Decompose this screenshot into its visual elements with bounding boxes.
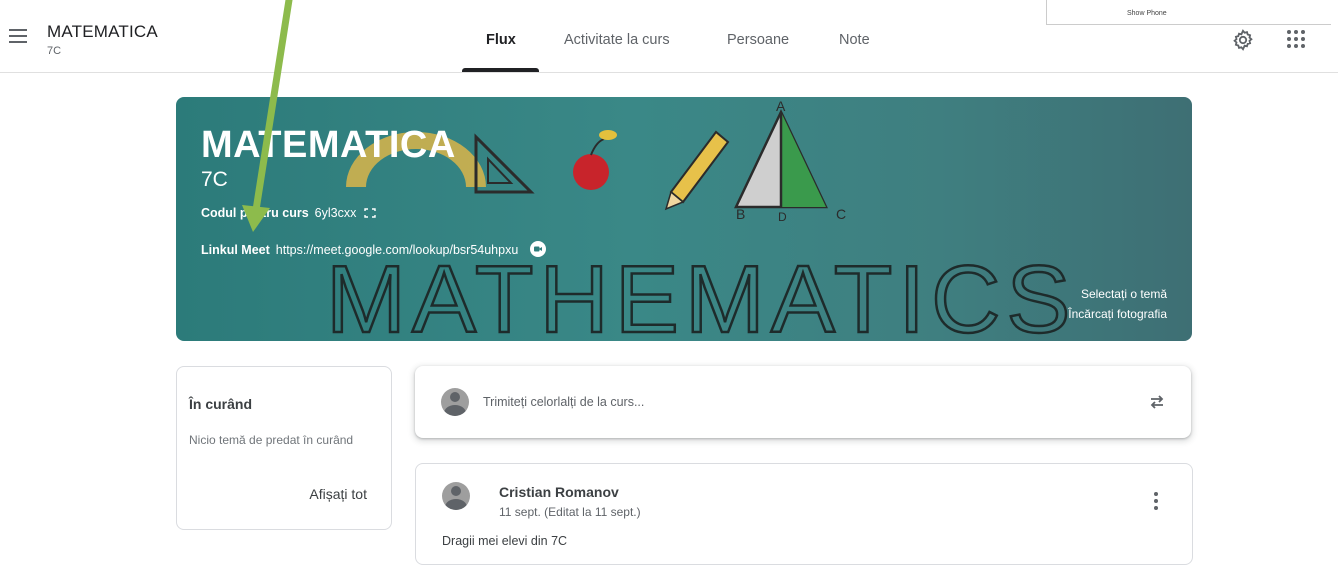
upcoming-card: În curând Nicio temă de predat în curând… bbox=[176, 366, 392, 530]
triangle-label-b: B bbox=[736, 206, 745, 222]
upload-photo-link[interactable]: Încărcați fotografia bbox=[1068, 307, 1167, 321]
view-all-link[interactable]: Afișați tot bbox=[309, 486, 367, 502]
class-code-row: Codul pentru curs 6yl3cxx bbox=[201, 206, 376, 220]
post-body: Dragii mei elevi din 7C bbox=[442, 534, 568, 548]
show-phone-label[interactable]: Show Phone bbox=[1127, 10, 1167, 17]
banner-course-section: 7C bbox=[201, 168, 228, 191]
select-theme-link[interactable]: Selectați o temă bbox=[1081, 287, 1167, 301]
repost-icon[interactable] bbox=[1147, 392, 1167, 412]
announcement-compose-box[interactable]: Trimiteți celorlalți de la curs... bbox=[415, 366, 1191, 438]
stream-post: Cristian Romanov 11 sept. (Editat la 11 … bbox=[415, 463, 1193, 565]
tab-persoane[interactable]: Persoane bbox=[727, 32, 789, 48]
tab-activitate[interactable]: Activitate la curs bbox=[564, 32, 670, 48]
upcoming-title: În curând bbox=[189, 396, 253, 412]
avatar bbox=[441, 388, 469, 416]
post-date: 11 sept. (Editat la 11 sept.) bbox=[499, 505, 641, 519]
course-title[interactable]: MATEMATICA bbox=[47, 22, 158, 42]
upcoming-empty-text: Nicio temă de predat în curând bbox=[189, 433, 354, 447]
apps-grid-icon[interactable] bbox=[1287, 30, 1305, 48]
banner-course-title: MATEMATICA bbox=[201, 124, 456, 166]
triangle-label-a: A bbox=[776, 98, 786, 114]
video-camera-icon[interactable] bbox=[529, 241, 546, 257]
meet-link-label: Linkul Meet bbox=[201, 243, 270, 257]
course-section: 7C bbox=[47, 45, 62, 57]
meet-link-url[interactable]: https://meet.google.com/lookup/bsr54uhpx… bbox=[276, 243, 519, 257]
triangle-label-d: D bbox=[778, 210, 787, 224]
tab-note[interactable]: Note bbox=[839, 32, 870, 48]
top-bar: MATEMATICA 7C Flux Activitate la curs Pe… bbox=[0, 0, 1338, 73]
gear-icon[interactable] bbox=[1231, 28, 1255, 52]
triangle-label-c: C bbox=[836, 206, 846, 222]
compose-placeholder[interactable]: Trimiteți celorlalți de la curs... bbox=[483, 395, 644, 409]
class-code-value[interactable]: 6yl3cxx bbox=[315, 206, 357, 220]
mathematics-art-text: MATHEMATICS bbox=[326, 246, 1076, 341]
avatar bbox=[442, 482, 470, 510]
tab-flux[interactable]: Flux bbox=[486, 32, 516, 48]
meet-link-row: Linkul Meet https://meet.google.com/looku… bbox=[201, 241, 546, 257]
fullscreen-icon[interactable] bbox=[364, 208, 376, 218]
menu-icon[interactable] bbox=[9, 29, 27, 43]
course-banner: A B D C MATHEMATICS MATEMATICA 7C Codul … bbox=[176, 97, 1192, 341]
show-phone-box[interactable]: Show Phone bbox=[1046, 0, 1331, 25]
post-author: Cristian Romanov bbox=[499, 484, 619, 500]
class-code-label: Codul pentru curs bbox=[201, 206, 309, 220]
active-tab-indicator bbox=[462, 68, 539, 72]
more-options-icon[interactable] bbox=[1154, 492, 1158, 510]
